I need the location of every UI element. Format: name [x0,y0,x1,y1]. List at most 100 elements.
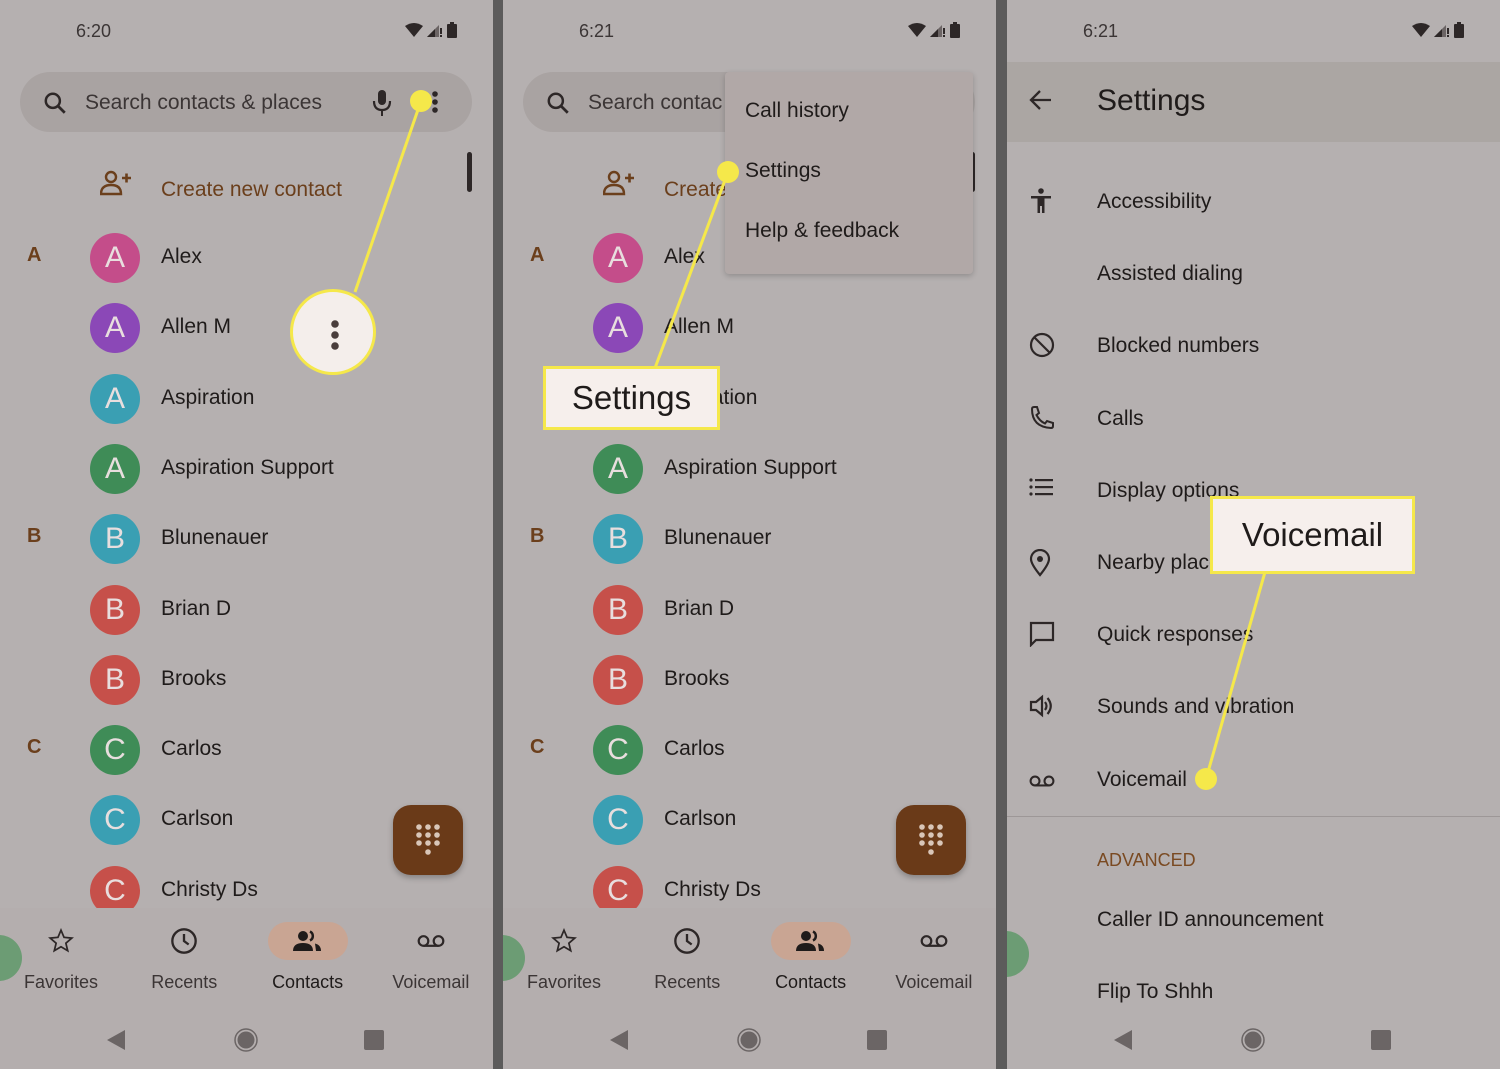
contact-list-item[interactable]: C Christy Ds [503,861,943,911]
list-icon [1029,477,1053,502]
add-person-icon [100,170,131,196]
home-nav-icon[interactable] [737,1028,761,1052]
contact-list-item[interactable]: C C Carlos [0,720,440,780]
section-letter: A [530,244,545,266]
avatar: C [593,725,643,776]
contact-list-item[interactable]: B Brooks [0,650,440,710]
settings-item-caller-id-announcement[interactable]: Caller ID announcement [1007,890,1500,950]
contact-name: Brian D [664,596,735,620]
contact-list-item[interactable]: A Allen M [503,298,943,358]
nav-tab-contacts[interactable]: Contacts [253,922,363,993]
system-nav-bar [1007,1024,1500,1054]
recents-nav-icon[interactable] [364,1030,384,1050]
nav-tab-recents[interactable]: Recents [632,922,742,993]
clock-icon [170,927,198,955]
contact-list-item[interactable]: A Aspiration [0,369,440,429]
settings-item-blocked-numbers[interactable]: Blocked numbers [1007,316,1500,376]
settings-item-assisted-dialing[interactable]: Assisted dialing [1007,244,1500,304]
dialpad-button[interactable] [393,805,463,875]
settings-item-quick-responses[interactable]: Quick responses [1007,605,1500,665]
battery-icon [447,22,457,38]
create-new-contact-button[interactable]: Create new contact [100,170,342,201]
avatar: C [90,725,140,776]
avatar: B [593,514,643,565]
phone-screen-contacts: 6:20 Search contacts & places Create new… [0,0,493,1069]
location-pin-icon [1029,548,1051,582]
nav-tab-label: Recents [151,972,218,992]
settings-item-label: Flip To Shhh [1097,980,1214,1003]
people-icon [795,930,826,952]
search-icon [44,92,66,114]
nav-tab-favorites[interactable]: Favorites [509,922,619,993]
scrollbar[interactable] [467,152,472,192]
more-options-icon[interactable] [431,90,439,114]
back-nav-icon[interactable] [608,1028,630,1052]
dialpad-button[interactable] [896,805,966,875]
contact-list-item[interactable]: C Carlson [503,790,943,850]
nav-tab-label: Favorites [526,972,602,992]
settings-item-calls[interactable]: Calls [1007,389,1500,449]
menu-item-settings[interactable]: Settings [745,159,821,183]
nav-tab-voicemail[interactable]: Voicemail [376,922,486,993]
contact-list-item[interactable]: A A Alex [0,228,440,288]
create-new-contact-label: Create [664,178,728,201]
create-new-contact-button[interactable]: Create [603,170,727,201]
contact-name: Carlson [161,807,234,831]
back-nav-icon[interactable] [1112,1028,1134,1052]
system-nav-bar [0,1024,493,1054]
avatar: A [90,233,140,283]
menu-item-call-history[interactable]: Call history [745,99,849,123]
search-bar[interactable]: Search contacts & places [20,72,472,132]
settings-item-sounds-and-vibration[interactable]: Sounds and vibration [1007,677,1500,737]
back-arrow-icon[interactable] [1029,89,1053,111]
settings-item-label: Accessibility [1097,190,1212,213]
home-nav-icon[interactable] [1241,1028,1265,1052]
contact-list-item[interactable]: C C Carlos [503,720,943,780]
nav-tab-voicemail[interactable]: Voicemail [879,922,989,993]
contact-list-item[interactable]: B Brian D [0,580,440,640]
add-person-icon [603,170,634,196]
annotation-dot [410,90,432,112]
dialpad-icon [919,824,943,855]
nav-tab-recents[interactable]: Recents [129,922,239,993]
menu-item-help-feedback[interactable]: Help & feedback [745,219,899,243]
settings-item-voicemail[interactable]: Voicemail [1007,750,1500,810]
microphone-icon[interactable] [372,89,392,117]
contact-name: Christy Ds [161,877,258,901]
contact-list-item[interactable]: B B Blunenauer [503,509,943,569]
contact-list-item[interactable]: C Christy Ds [0,861,440,911]
battery-icon [950,22,960,38]
contact-name: Aspiration [161,385,255,409]
home-nav-icon[interactable] [234,1028,258,1052]
avatar: C [90,865,140,911]
volume-icon [1029,693,1055,724]
settings-item-accessibility[interactable]: Accessibility [1007,172,1500,232]
create-new-contact-label: Create new contact [161,178,342,201]
nav-tab-favorites[interactable]: Favorites [6,922,116,993]
contact-list-item[interactable]: A Aspiration Support [503,439,943,499]
status-icons [405,22,457,38]
voicemail-icon [1029,774,1055,793]
wifi-icon [908,23,926,37]
recents-nav-icon[interactable] [1371,1030,1391,1050]
avatar: C [593,865,643,911]
contact-list-item[interactable]: B B Blunenauer [0,509,440,569]
contact-list-item[interactable]: A Aspiration Support [0,439,440,499]
contact-list-item[interactable]: B Brooks [503,650,943,710]
settings-item-flip-to-shhh[interactable]: Flip To Shhh [1007,962,1500,1022]
nav-tab-contacts[interactable]: Contacts [756,922,866,993]
star-icon [48,928,74,954]
section-letter: C [530,736,545,759]
callout-settings: Settings [543,366,720,430]
settings-item-label: Sounds and vibration [1097,695,1295,719]
avatar: A [90,443,140,494]
recents-nav-icon[interactable] [867,1030,887,1050]
settings-item-label: Calls [1097,406,1144,430]
search-placeholder: Search contac [588,91,723,114]
voicemail-icon [920,934,948,948]
avatar: A [593,303,643,354]
contact-list-item[interactable]: C Carlson [0,790,440,850]
nav-tab-label: Voicemail [895,972,973,992]
back-nav-icon[interactable] [105,1028,127,1052]
contact-list-item[interactable]: B Brian D [503,580,943,640]
